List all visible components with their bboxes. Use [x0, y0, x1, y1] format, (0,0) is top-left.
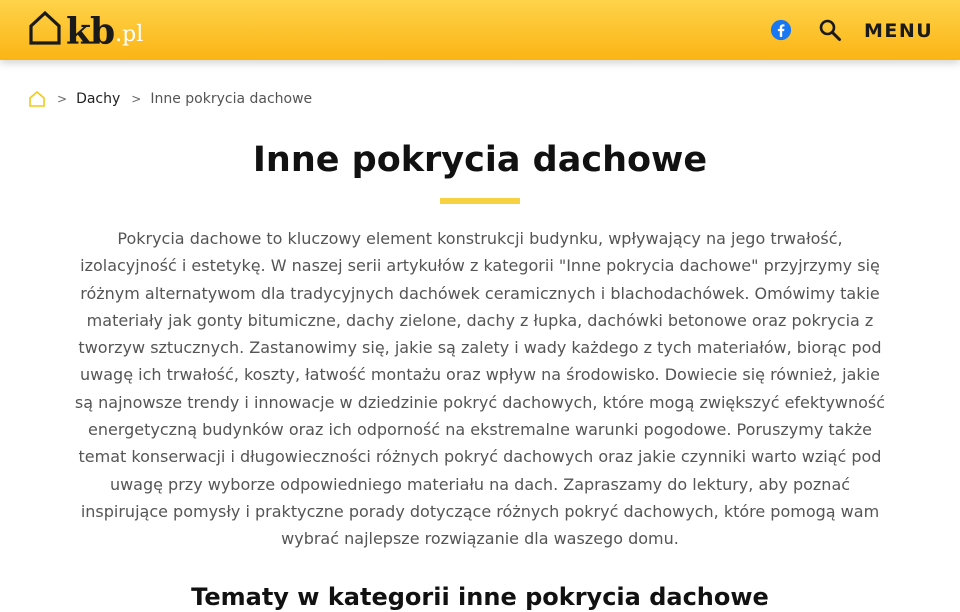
search-icon[interactable]: [818, 18, 842, 42]
breadcrumb: > Dachy > Inne pokrycia dachowe: [28, 88, 312, 110]
title-underline: [440, 198, 520, 204]
breadcrumb-link-dachy[interactable]: Dachy: [76, 91, 120, 107]
house-logo-icon: [29, 10, 61, 45]
page-title: Inne pokrycia dachowe: [252, 140, 708, 180]
breadcrumb-current: Inne pokrycia dachowe: [150, 91, 313, 107]
site-logo[interactable]: kb .pl: [28, 8, 143, 52]
facebook-icon[interactable]: [770, 19, 792, 41]
home-icon[interactable]: [28, 90, 46, 108]
category-intro: Pokrycia dachowe to kluczowy element kon…: [74, 229, 886, 549]
site-header: kb .pl MENU: [0, 0, 960, 60]
breadcrumb-separator: >: [131, 92, 142, 106]
breadcrumb-separator: >: [57, 92, 68, 106]
section-title: Tematy w kategorii inne pokrycia dachowe: [191, 583, 769, 611]
logo-domain: .pl: [115, 22, 144, 47]
menu-button[interactable]: MENU: [864, 18, 933, 44]
logo-text: kb: [66, 11, 115, 53]
